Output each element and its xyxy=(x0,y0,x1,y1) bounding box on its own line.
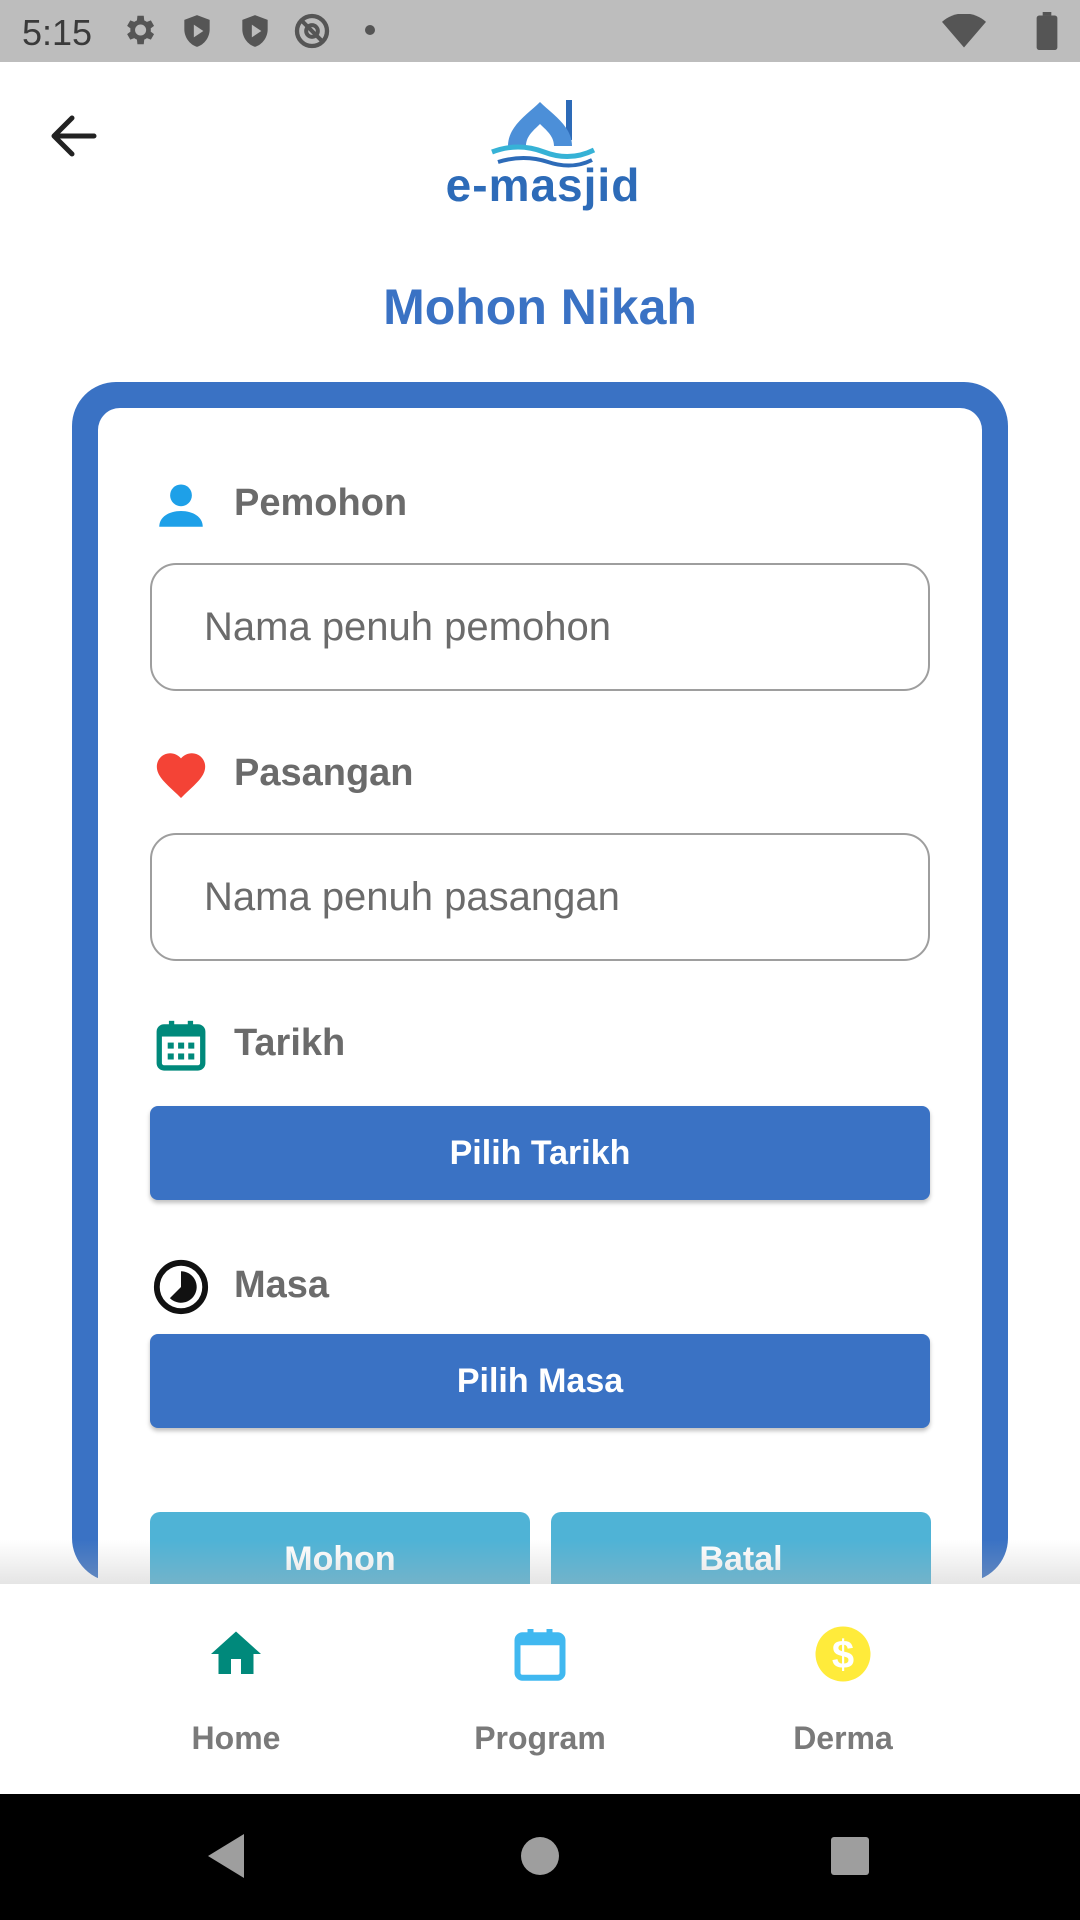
nav-item-derma[interactable]: $ Derma xyxy=(693,1584,993,1794)
person-icon xyxy=(159,484,203,527)
nav-item-program[interactable]: Program xyxy=(390,1584,690,1794)
battery-icon xyxy=(1036,12,1058,50)
pick-date-button[interactable]: Pilih Tarikh xyxy=(150,1106,930,1200)
calendar-icon xyxy=(156,1020,206,1071)
nav-label-home: Home xyxy=(191,1720,281,1756)
nav-label-program: Program xyxy=(474,1720,606,1756)
status-time: 5:15 xyxy=(22,12,93,53)
logo-text: e-masjid xyxy=(445,159,641,211)
arrow-left-icon xyxy=(51,115,97,157)
wifi-icon xyxy=(942,14,986,48)
masa-label: Masa xyxy=(234,1264,330,1306)
app-logo: e-masjid xyxy=(438,96,648,212)
back-button[interactable] xyxy=(44,110,104,162)
pemohon-label: Pemohon xyxy=(234,482,408,524)
recents-square-icon[interactable] xyxy=(830,1836,870,1876)
gear-icon xyxy=(127,15,155,45)
heart-icon xyxy=(156,753,206,798)
shield-play-icon xyxy=(184,15,210,47)
pasangan-label: Pasangan xyxy=(234,752,414,794)
system-navigation-bar xyxy=(0,1794,1080,1920)
page-title: Mohon Nikah xyxy=(383,279,697,335)
bottom-navigation: Home Program $ Derma xyxy=(0,1584,1080,1794)
pick-time-button[interactable]: Pilih Masa xyxy=(150,1334,930,1428)
calendar-icon xyxy=(514,1629,566,1681)
clock-icon xyxy=(153,1259,209,1315)
home-icon xyxy=(211,1631,261,1674)
dollar-coin-icon: $ xyxy=(815,1626,871,1682)
nav-label-derma: Derma xyxy=(793,1720,893,1756)
nav-item-home[interactable]: Home xyxy=(86,1584,386,1794)
scroll-fade xyxy=(0,1540,1080,1584)
at-sign-icon xyxy=(294,13,330,49)
home-circle-icon[interactable] xyxy=(518,1834,562,1878)
pasangan-name-input[interactable] xyxy=(150,833,930,961)
status-bar: 5:15 xyxy=(0,0,1080,62)
tarikh-label: Tarikh xyxy=(234,1022,346,1064)
back-triangle-icon[interactable] xyxy=(202,1830,250,1882)
svg-text:$: $ xyxy=(832,1633,854,1677)
dot-icon xyxy=(365,25,375,35)
shield-play-icon xyxy=(242,15,268,47)
pemohon-name-input[interactable] xyxy=(150,563,930,691)
